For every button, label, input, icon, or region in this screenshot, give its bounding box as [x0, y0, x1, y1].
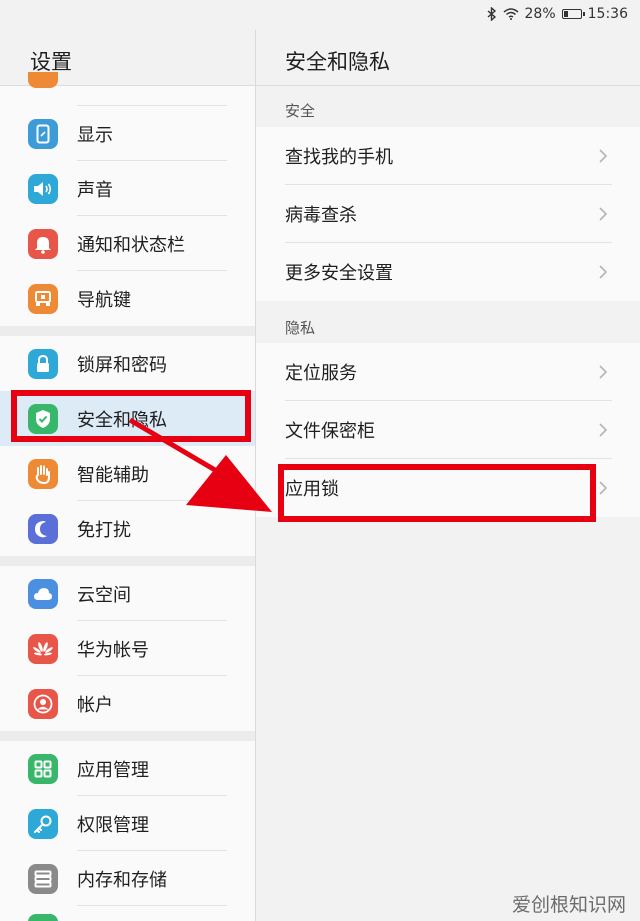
bell-icon: [28, 228, 58, 259]
sidebar-item-smart-assist[interactable]: 智能辅助: [0, 446, 255, 501]
status-icons: 28% 15:36: [487, 6, 628, 22]
sidebar-item-label: 声音: [77, 179, 113, 201]
sidebar-group-0: 显示 声音 通知和状态栏 导航键: [0, 72, 255, 326]
huawei-icon: [28, 633, 58, 664]
sidebar-item-display[interactable]: 显示: [0, 106, 255, 161]
chevron-right-icon: [599, 207, 608, 221]
key-icon: [28, 808, 58, 839]
page-title: 安全和隐私: [285, 50, 390, 74]
section-header-privacy: 隐私: [285, 319, 316, 337]
sidebar-item-app-management[interactable]: 应用管理: [0, 741, 255, 796]
apps-icon: [28, 753, 58, 784]
clock: 15:36: [587, 6, 628, 22]
sidebar-item-partial-bottom[interactable]: [0, 906, 255, 921]
sidebar-item-sound[interactable]: 声音: [0, 161, 255, 216]
navigation-key-icon: [28, 283, 58, 314]
sidebar-item-permissions[interactable]: 权限管理: [0, 796, 255, 851]
sidebar-group-3: 应用管理 权限管理 内存和存储: [0, 741, 255, 921]
menu-item-label: 文件保密柜: [285, 421, 375, 442]
status-bar: 28% 15:36: [0, 0, 640, 30]
partial-icon: [28, 72, 58, 88]
sidebar-item-label: 应用管理: [77, 759, 149, 781]
menu-item-label: 查找我的手机: [285, 147, 393, 168]
sidebar-item-huawei-id[interactable]: 华为帐号: [0, 621, 255, 676]
sidebar-item-label: 导航键: [77, 289, 131, 311]
sidebar-item-dnd[interactable]: 免打扰: [0, 501, 255, 556]
highlight-box-security: [11, 390, 251, 442]
sidebar-item-label: 智能辅助: [77, 464, 149, 486]
sidebar-group-1: 锁屏和密码 安全和隐私 智能辅助 免打扰: [0, 336, 255, 556]
highlight-box-app-lock: [278, 464, 596, 522]
sidebar-item-lock[interactable]: 锁屏和密码: [0, 336, 255, 391]
partial-icon: [28, 914, 58, 921]
sidebar-item-notifications[interactable]: 通知和状态栏: [0, 216, 255, 271]
sidebar-item-accounts[interactable]: 帐户: [0, 676, 255, 731]
menu-item-virus-scan[interactable]: 病毒查杀: [256, 185, 640, 243]
chevron-right-icon: [599, 423, 608, 437]
menu-item-more-security[interactable]: 更多安全设置: [256, 243, 640, 301]
sidebar-item-label: 云空间: [77, 584, 131, 606]
menu-item-label: 定位服务: [285, 363, 357, 384]
security-group: 查找我的手机 病毒查杀 更多安全设置: [256, 127, 640, 301]
chevron-right-icon: [599, 365, 608, 379]
menu-item-label: 更多安全设置: [285, 263, 393, 284]
sidebar-item-label: 锁屏和密码: [77, 354, 167, 376]
display-icon: [28, 118, 58, 149]
sidebar-item-partial[interactable]: [0, 72, 255, 106]
account-icon: [28, 688, 58, 719]
moon-icon: [28, 513, 58, 544]
hand-icon: [28, 458, 58, 489]
lock-icon: [28, 348, 58, 379]
sidebar-item-label: 显示: [77, 124, 113, 146]
sidebar-item-label: 内存和存储: [77, 869, 167, 891]
chevron-right-icon: [599, 481, 608, 495]
sidebar-item-label: 免打扰: [77, 519, 131, 541]
sidebar-item-nav-keys[interactable]: 导航键: [0, 271, 255, 326]
bluetooth-icon: [487, 7, 497, 21]
watermark: 爱创根知识网: [511, 894, 626, 916]
sidebar-item-cloud[interactable]: 云空间: [0, 566, 255, 621]
settings-sidebar: 设置 显示 声音 通知和状态栏 导航键 锁屏和密码 安全和隐私 智能辅助 免打扰…: [0, 30, 255, 921]
sidebar-group-2: 云空间 华为帐号 帐户: [0, 566, 255, 731]
menu-item-label: 病毒查杀: [285, 205, 357, 226]
chevron-right-icon: [599, 149, 608, 163]
battery-percent: 28%: [524, 6, 556, 22]
menu-item-find-my-phone[interactable]: 查找我的手机: [256, 127, 640, 185]
sidebar-item-label: 通知和状态栏: [77, 234, 185, 256]
wifi-icon: [503, 8, 519, 20]
sidebar-item-storage[interactable]: 内存和存储: [0, 851, 255, 906]
menu-item-location[interactable]: 定位服务: [256, 343, 640, 401]
section-header-security: 安全: [285, 102, 316, 120]
chevron-right-icon: [599, 265, 608, 279]
menu-item-file-safe[interactable]: 文件保密柜: [256, 401, 640, 459]
sidebar-item-label: 华为帐号: [77, 639, 149, 661]
sidebar-item-label: 权限管理: [77, 814, 149, 836]
battery-icon: [561, 9, 585, 19]
cloud-icon: [28, 578, 58, 609]
speaker-icon: [28, 173, 58, 204]
storage-icon: [28, 863, 58, 894]
sidebar-item-label: 帐户: [77, 694, 113, 716]
